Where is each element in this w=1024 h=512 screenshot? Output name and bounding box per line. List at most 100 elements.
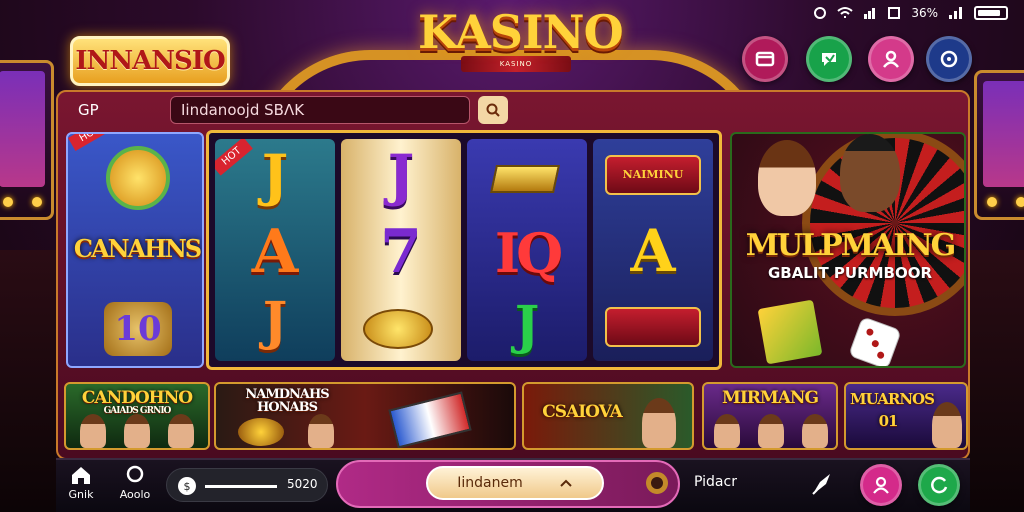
left-promo-tile[interactable]: HOT CANAHNS 10 [66, 132, 204, 368]
profile-button[interactable] [868, 36, 914, 82]
nav-home-label: Gnik [68, 488, 94, 501]
notification-icon [888, 7, 901, 19]
search-input[interactable] [170, 96, 470, 124]
chevron-up-icon [560, 479, 572, 487]
cell-signal-icon [949, 7, 962, 19]
reel-1: HOT J A J [215, 139, 335, 361]
nav-home[interactable]: Gnik [58, 462, 104, 506]
reel-symbol: 7 [380, 217, 422, 287]
topbar-label: GP [78, 101, 99, 119]
brand-badge[interactable]: INNANSIO [70, 36, 230, 86]
chat-icon [822, 53, 836, 66]
background-floor-left [0, 250, 56, 512]
autospin-toggle[interactable] [646, 472, 668, 494]
coin-pot-icon [238, 418, 284, 446]
spin-button-label: Iindanem [457, 475, 523, 491]
status-bar: 36% [813, 4, 1008, 22]
game-card-3[interactable]: CSAIOVA [522, 382, 694, 450]
slider-track[interactable] [205, 485, 277, 488]
reel-symbol: J [261, 143, 289, 209]
card-title: MIRMANG [722, 388, 819, 408]
reel-badge: NAIMINU [605, 155, 701, 195]
man-avatar [840, 134, 900, 212]
user-icon [883, 50, 899, 68]
game-card-1[interactable]: CANDOHNO GAIADS GRNIO [64, 382, 210, 450]
gold-coin-icon [363, 309, 433, 349]
rocket-icon[interactable] [808, 468, 838, 498]
woman-avatar [758, 140, 816, 216]
home-icon [72, 467, 90, 484]
nav-search[interactable]: Aoolo [112, 462, 158, 506]
gift-box-icon [388, 391, 472, 448]
background-slot-machine-left [0, 60, 54, 220]
character-icon [758, 414, 784, 448]
search-circle-icon [126, 465, 144, 483]
bet-slider[interactable]: $ 5020 [166, 468, 328, 502]
kasino-logo: KASINO KASINO [418, 4, 624, 86]
character-icon [714, 414, 740, 448]
friends-button[interactable] [860, 464, 902, 506]
slot-reels[interactable]: HOT J A J J 7 IQ J NAIMINU A [206, 130, 722, 370]
game-card-5[interactable]: MUARNOS 01 [844, 382, 968, 450]
character-icon [802, 414, 828, 448]
promo-ticket-icon [757, 299, 823, 365]
top-search-bar: GP [62, 94, 512, 126]
reel-symbol: IQ [494, 221, 563, 285]
character-icon [932, 402, 962, 448]
reel-4: NAIMINU A [593, 139, 713, 361]
chat-button[interactable] [806, 36, 852, 82]
headset-icon [940, 50, 958, 68]
nav-search-label: Aoolo [119, 488, 151, 501]
card-title: CANDOHNO [81, 388, 193, 408]
logo-title: KASINO [418, 5, 624, 59]
background-floor-right [970, 250, 1024, 512]
reel-symbol: J [387, 143, 415, 209]
hot-tag: HOT [68, 134, 112, 151]
gold-bar-icon [490, 165, 560, 193]
card-title: MUARNOS 01 [850, 390, 935, 430]
right-promo-subtitle: GBALIT PURMBOOR [767, 264, 933, 282]
refresh-icon [931, 476, 948, 494]
card-title: NAMDNAHS HONABS [245, 387, 329, 415]
character-icon [308, 414, 334, 448]
wifi-icon [837, 7, 853, 18]
signal-icon [864, 8, 876, 19]
reel-symbol: J [262, 291, 288, 352]
dice-icon [848, 316, 902, 366]
search-button[interactable] [478, 96, 508, 124]
wallet-button[interactable] [742, 36, 788, 82]
spin-button[interactable]: Iindanem [426, 466, 604, 500]
alarm-icon [814, 7, 827, 19]
battery-icon [974, 6, 1008, 20]
reel-3: IQ J [467, 139, 587, 361]
svg-text:$: $ [184, 480, 191, 493]
character-icon [642, 398, 676, 448]
left-promo-title: CANAHNS [73, 234, 202, 263]
reel-symbol: A [630, 217, 676, 285]
background-slot-machine-right [974, 70, 1024, 220]
reel-2: J 7 [341, 139, 461, 361]
friends-icon [873, 476, 889, 494]
reel-symbol: A [251, 217, 299, 287]
wallet-icon [755, 51, 775, 67]
card-title: CSAIOVA [542, 402, 623, 422]
character-icon [124, 414, 150, 448]
character-icon [168, 414, 194, 448]
character-icon [80, 414, 106, 448]
reel-badge-bottom [605, 307, 701, 347]
battery-percent: 36% [911, 6, 938, 20]
coin-icon: $ [178, 477, 196, 495]
game-card-2[interactable]: NAMDNAHS HONABS [214, 382, 516, 450]
game-screen: KASINO KASINO INNANSIO 36% GP HOT [0, 0, 1024, 512]
search-icon [486, 103, 500, 117]
support-button[interactable] [926, 36, 972, 82]
bet-value: 5020 [287, 477, 318, 491]
right-promo-tile[interactable]: MULPMAING GBALIT PURMBOOR [730, 132, 966, 368]
nav-right-label: Pidacr [694, 474, 737, 490]
game-card-4[interactable]: MIRMANG [702, 382, 838, 450]
refresh-button[interactable] [918, 464, 960, 506]
reel-symbol: J [514, 295, 540, 356]
left-promo-number: 10 [104, 302, 172, 356]
gold-coin-icon [106, 146, 170, 210]
right-promo-title: MULPMAING [745, 228, 957, 263]
